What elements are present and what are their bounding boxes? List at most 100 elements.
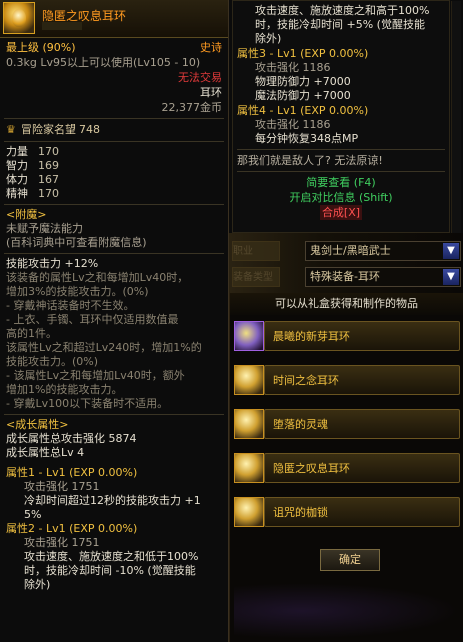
divider bbox=[4, 414, 224, 415]
stat-row: 体力 167 bbox=[0, 173, 228, 187]
attr2-line: 攻击速度、施放速度之和低于100% bbox=[24, 550, 199, 563]
brief-view-link[interactable]: 简要查看 (F4) bbox=[233, 175, 449, 190]
type-select[interactable]: 特殊装备-耳环 ▼ bbox=[305, 267, 461, 287]
type-label: 装备类型 bbox=[232, 267, 280, 287]
attr4-header: 属性4 - Lv1 (EXP 0.00%) bbox=[237, 104, 369, 117]
stat-name: 力量 bbox=[6, 145, 28, 158]
stat-value: 170 bbox=[38, 145, 59, 158]
type-select-value: 特殊装备-耳环 bbox=[310, 270, 380, 283]
attr3-line: 物理防御力 +7000 bbox=[255, 75, 351, 88]
list-item[interactable]: 诅咒的枷锁 bbox=[230, 493, 463, 533]
type-row: 耳环 bbox=[0, 85, 228, 100]
earring-icon bbox=[234, 365, 264, 395]
growth-line: 成长属性总Lv 4 bbox=[6, 446, 85, 459]
stat-value: 167 bbox=[38, 173, 59, 186]
trade-status: 无法交易 bbox=[178, 71, 222, 84]
list-item[interactable]: 时间之念耳环 bbox=[230, 361, 463, 401]
attr2-line: 除外) bbox=[24, 578, 51, 591]
skill-desc-line: 增加3%的技能攻击力。(0%) bbox=[6, 285, 149, 298]
divider bbox=[4, 253, 224, 254]
attr2-line: 时，技能冷却时间 -10% (觉醒技能 bbox=[24, 564, 196, 577]
item-price: 22,377金币 bbox=[161, 101, 223, 114]
fame-value: 748 bbox=[79, 123, 100, 136]
earring-icon bbox=[234, 409, 264, 439]
growth-line: 成长属性总攻击强化 5874 bbox=[6, 432, 137, 445]
divider bbox=[4, 118, 224, 119]
stat-name: 体力 bbox=[6, 173, 28, 186]
attr4-line: 攻击强化 1186 bbox=[255, 118, 331, 131]
attr3-line: 攻击强化 1186 bbox=[255, 61, 331, 74]
stat-name: 智力 bbox=[6, 159, 28, 172]
earring-icon bbox=[234, 453, 264, 483]
job-label: 职业 bbox=[232, 241, 280, 261]
list-item-label: 堕落的灵魂 bbox=[273, 418, 328, 431]
confirm-button[interactable]: 确定 bbox=[320, 549, 380, 571]
attr1-line: 5% bbox=[24, 508, 42, 521]
price-row: 22,377金币 bbox=[0, 100, 228, 115]
divider bbox=[4, 141, 224, 142]
skill-desc-line: 高的1件。 bbox=[6, 327, 57, 340]
list-item-bar[interactable]: 诅咒的枷锁 bbox=[264, 497, 460, 527]
earring-icon bbox=[234, 321, 264, 351]
attr3-line: 魔法防御力 +7000 bbox=[255, 89, 351, 102]
growth-title: <成长属性> bbox=[6, 418, 69, 431]
enchant-line: (百科词典中可查看附魔信息) bbox=[6, 236, 147, 249]
stat-row: 力量 170 bbox=[0, 145, 228, 159]
item-grade: 最上级 (90%) bbox=[6, 41, 76, 54]
list-item-label: 晨曦的新芽耳环 bbox=[273, 330, 350, 343]
skill-desc-line: 该装备的属性Lv之和每增加Lv40时， bbox=[6, 271, 189, 284]
skill-desc-line: - 该属性Lv之和每增加Lv40时，额外 bbox=[6, 369, 185, 382]
list-item-bar[interactable]: 晨曦的新芽耳环 bbox=[264, 321, 460, 351]
attr-line: 攻击速度、施放速度之和高于100% bbox=[255, 4, 430, 17]
item-rarity: 史诗 bbox=[200, 41, 222, 54]
item-type: 耳环 bbox=[200, 86, 222, 99]
item-tooltip: 隐匿之叹息耳环 最上级 (90%) 史诗 0.3kg Lv95以上可以使用(Lv… bbox=[0, 0, 229, 642]
compare-info-link[interactable]: 开启对比信息 (Shift) bbox=[233, 190, 449, 205]
stat-name: 精神 bbox=[6, 187, 28, 200]
chevron-down-icon[interactable]: ▼ bbox=[443, 269, 459, 285]
attr2-line: 攻击强化 1751 bbox=[24, 536, 100, 549]
stat-value: 170 bbox=[38, 187, 59, 200]
attr4-line: 每分钟恢复348点MP bbox=[255, 132, 359, 145]
crown-icon: ♛ bbox=[6, 123, 16, 136]
background-art bbox=[234, 583, 460, 639]
chevron-down-icon[interactable]: ▼ bbox=[443, 243, 459, 259]
skill-header: 技能攻击力 +12% bbox=[6, 257, 99, 270]
list-item[interactable]: 晨曦的新芽耳环 bbox=[230, 317, 463, 357]
skill-desc-line: - 穿戴神话装备时不生效。 bbox=[6, 299, 135, 312]
earring-icon bbox=[234, 497, 264, 527]
tooltip-header: 隐匿之叹息耳环 bbox=[0, 0, 228, 38]
title-underline bbox=[42, 22, 82, 30]
list-title: 可以从礼盒获得和制作的物品 bbox=[230, 293, 463, 315]
skill-desc-line: - 穿戴Lv100以下装备时不适用。 bbox=[6, 397, 169, 410]
attr1-line: 冷却时间超过12秒的技能攻击力 +1 bbox=[24, 494, 201, 507]
divider bbox=[4, 204, 224, 205]
list-item-label: 时间之念耳环 bbox=[273, 374, 339, 387]
earring-icon bbox=[3, 2, 35, 34]
skill-desc-line: - 上衣、手镯、耳环中仅适用数值最 bbox=[6, 313, 179, 326]
divider bbox=[237, 171, 445, 172]
merge-link[interactable]: 合成[X] bbox=[319, 205, 363, 220]
attr1-line: 攻击强化 1751 bbox=[24, 480, 100, 493]
tooltip-links: 简要查看 (F4) 开启对比信息 (Shift) 合成[X] bbox=[233, 175, 449, 220]
flavor-quote: 那我们就是敌人了? 无法原谅! bbox=[237, 154, 383, 167]
skill-desc-line: 技能攻击力。(0%) bbox=[6, 355, 99, 368]
list-item-bar[interactable]: 隐匿之叹息耳环 bbox=[264, 453, 460, 483]
list-item-label: 隐匿之叹息耳环 bbox=[273, 462, 350, 475]
stat-value: 169 bbox=[38, 159, 59, 172]
craft-item-list: 可以从礼盒获得和制作的物品 晨曦的新芽耳环 时间之念耳环 堕落的灵魂 隐匿之叹息… bbox=[229, 293, 463, 642]
divider bbox=[237, 149, 445, 150]
list-item[interactable]: 隐匿之叹息耳环 bbox=[230, 449, 463, 489]
fame-label: 冒险家名望 bbox=[21, 123, 76, 136]
scrollbar[interactable] bbox=[451, 1, 461, 234]
enchant-line: 未赋予魔法能力 bbox=[6, 222, 83, 235]
job-select[interactable]: 鬼剑士/黑暗武士 ▼ bbox=[305, 241, 461, 261]
compare-tooltip: 攻击速度、施放速度之和高于100% 时，技能冷却时间 +5% (觉醒技能 除外)… bbox=[232, 0, 461, 234]
enchant-title: <附魔> bbox=[6, 208, 47, 221]
list-item-bar[interactable]: 时间之念耳环 bbox=[264, 365, 460, 395]
item-requirement: 0.3kg Lv95以上可以使用(Lv105 - 10) bbox=[6, 56, 201, 69]
skill-desc-line: 该属性Lv之和超过Lv240时，增加1%的 bbox=[6, 341, 202, 354]
attr2-header: 属性2 - Lv1 (EXP 0.00%) bbox=[6, 522, 138, 535]
list-item-bar[interactable]: 堕落的灵魂 bbox=[264, 409, 460, 439]
list-item[interactable]: 堕落的灵魂 bbox=[230, 405, 463, 445]
